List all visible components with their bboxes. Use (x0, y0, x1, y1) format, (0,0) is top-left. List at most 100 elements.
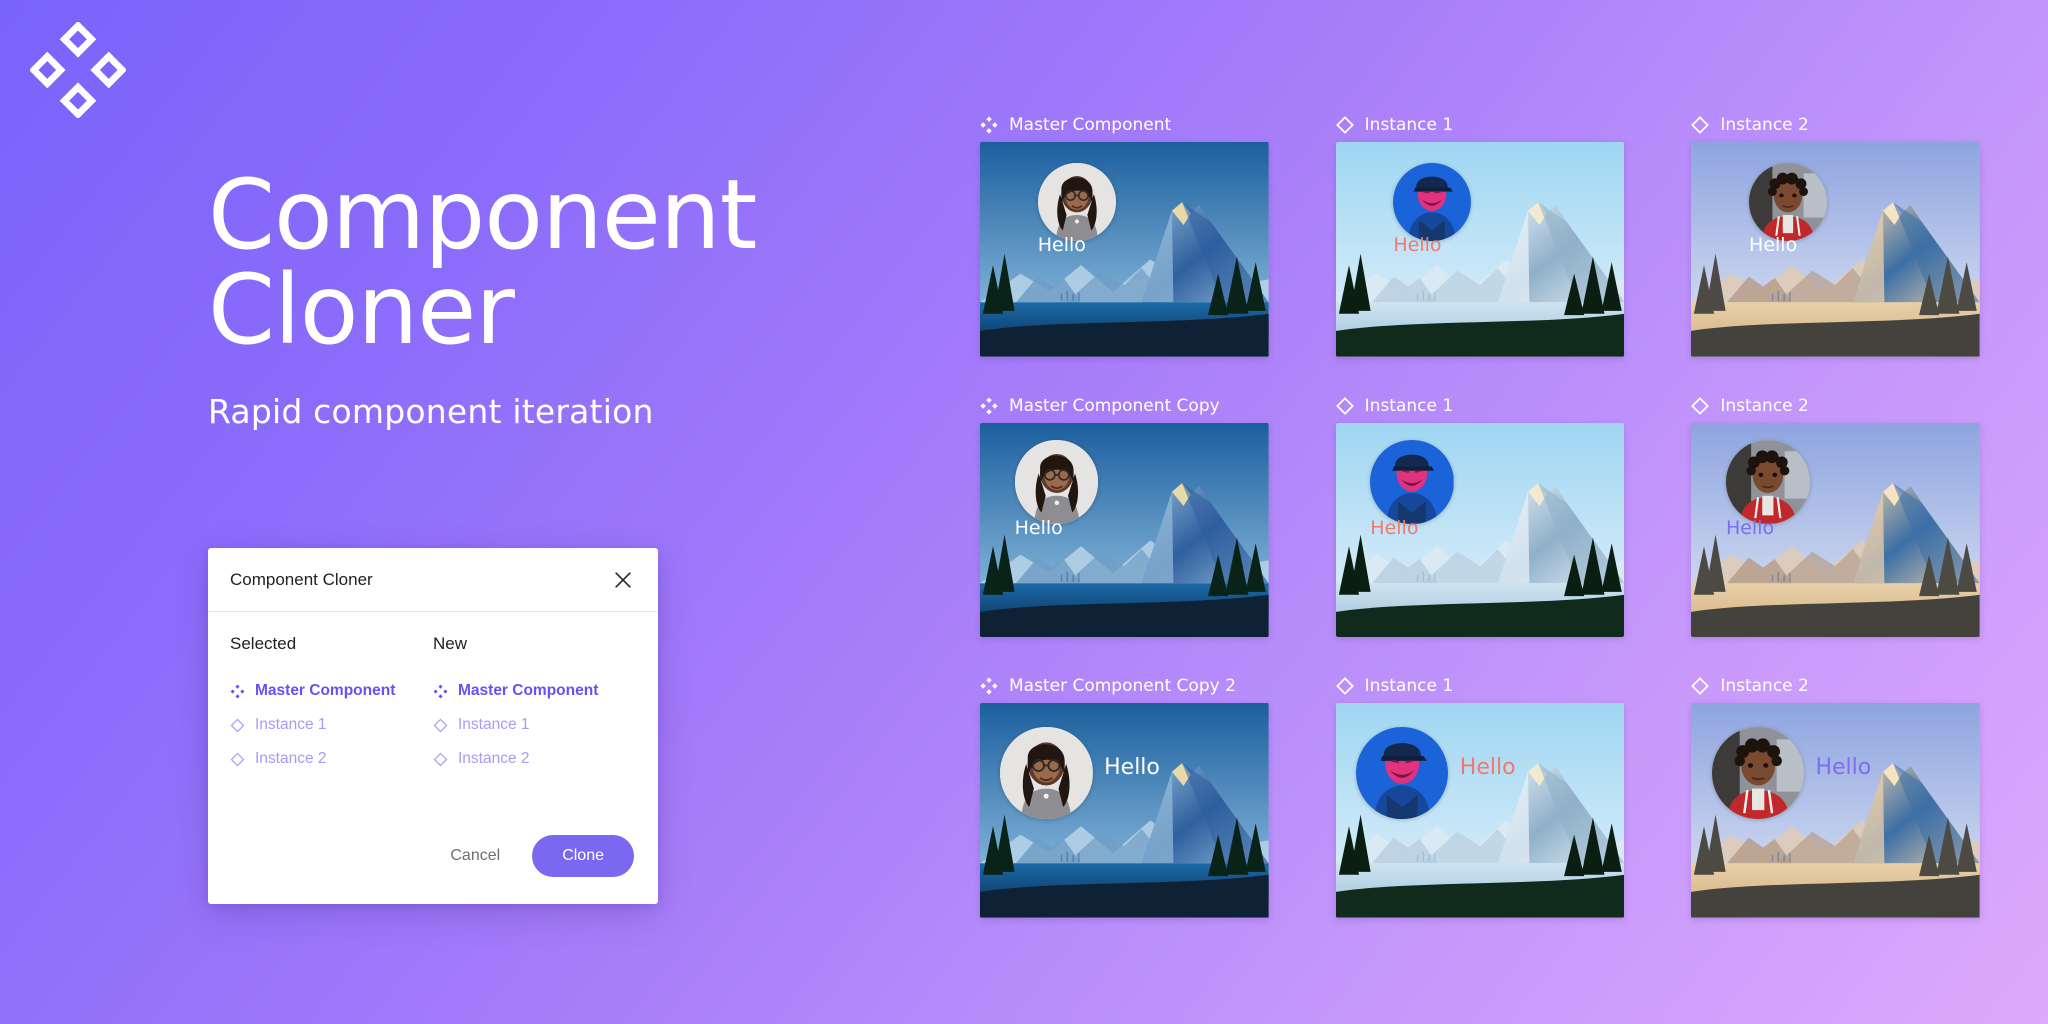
list-item-label: Instance 2 (458, 750, 530, 767)
avatar (1000, 726, 1093, 820)
card-thumbnail[interactable]: Hello (1691, 422, 1980, 638)
instance-diamond-icon (1335, 396, 1354, 415)
avatar-portrait (1037, 163, 1116, 242)
card-label: Instance 2 (1691, 669, 1980, 703)
list-item-selected-instance-1[interactable]: Instance 1 (230, 708, 433, 742)
card-label-text: Instance 1 (1364, 395, 1454, 416)
card-label: Instance 1 (1335, 108, 1625, 142)
instance-diamond-icon (1335, 677, 1354, 696)
greeting-text: Hello (1749, 234, 1798, 257)
greeting-text: Hello (1370, 517, 1419, 540)
card-thumbnail[interactable]: Hello (1335, 703, 1625, 918)
card-label-text: Instance 1 (1364, 115, 1454, 135)
greeting-text: Hello (1104, 754, 1160, 780)
instance-diamond-icon (1691, 396, 1710, 415)
instance-diamond-icon (433, 752, 448, 766)
component-card[interactable]: Master Component Hello (980, 108, 1269, 357)
list-item-label: Instance 1 (458, 716, 530, 733)
clone-button[interactable]: Clone (532, 835, 634, 877)
avatar (1711, 726, 1804, 820)
card-label: Master Component (980, 108, 1269, 142)
component-card[interactable]: Instance 2 Hello (1691, 389, 1980, 638)
master-component-icon (433, 684, 448, 698)
hero-section: Component Cloner Rapid component iterati… (208, 159, 928, 432)
greeting-text: Hello (1037, 234, 1086, 257)
component-card[interactable]: Instance 2 Hello (1691, 108, 1980, 357)
avatar (1355, 726, 1449, 820)
dialog-footer: Cancel Clone (208, 820, 658, 904)
column-heading-selected: Selected (230, 634, 297, 653)
component-card[interactable]: Instance 1 Hello (1335, 389, 1625, 638)
component-diamond-logo-icon (30, 22, 126, 118)
card-thumbnail[interactable]: Hello (1691, 142, 1980, 357)
card-overlay: Hello (1691, 703, 1980, 918)
card-overlay: Hello (980, 423, 1269, 638)
card-overlay: Hello (1691, 142, 1980, 357)
list-item-label: Instance 2 (255, 750, 327, 767)
avatar (1749, 163, 1827, 242)
selected-column: Selected Master Component Instance 1 Ins… (230, 634, 433, 820)
card-thumbnail[interactable]: Hello (1335, 142, 1625, 357)
list-item-label: Master Component (255, 682, 396, 699)
component-card[interactable]: Master Component Copy 2 Hello (980, 669, 1269, 918)
card-overlay: Hello (1691, 423, 1980, 638)
card-label: Instance 1 (1335, 669, 1625, 703)
card-label-text: Instance 2 (1720, 115, 1809, 135)
list-item-selected-instance-2[interactable]: Instance 2 (230, 742, 433, 776)
component-preview-grid: Master Component Hello Instance 1 Hello … (980, 108, 1980, 918)
card-label-text: Master Component Copy (1009, 395, 1220, 416)
instance-diamond-icon (1691, 677, 1710, 696)
card-label: Master Component Copy (980, 389, 1269, 423)
card-overlay: Hello (980, 142, 1269, 357)
card-label-text: Instance 2 (1720, 676, 1809, 697)
page-subtitle: Rapid component iteration (208, 392, 654, 432)
avatar-portrait (1749, 163, 1827, 242)
instance-diamond-icon (433, 718, 448, 732)
list-item-label: Instance 1 (255, 716, 327, 733)
close-icon (615, 571, 631, 588)
card-thumbnail[interactable]: Hello (980, 703, 1269, 918)
list-item-new-master[interactable]: Master Component (433, 674, 636, 708)
avatar-portrait (1711, 726, 1804, 820)
avatar-portrait (1000, 726, 1093, 820)
greeting-text: Hello (1815, 754, 1872, 780)
component-cloner-dialog: Component Cloner Selected Master Compone… (208, 548, 658, 904)
list-item-label: Master Component (458, 682, 599, 699)
greeting-text: Hello (1725, 517, 1775, 540)
instance-diamond-icon (1335, 116, 1354, 134)
card-overlay: Hello (1336, 703, 1625, 918)
component-card[interactable]: Instance 2 Hello (1691, 669, 1980, 918)
list-item-selected-master[interactable]: Master Component (230, 674, 433, 708)
component-card[interactable]: Instance 1 Hello (1335, 108, 1625, 357)
close-button[interactable] (610, 567, 636, 593)
card-thumbnail[interactable]: Hello (980, 142, 1269, 357)
avatar (1725, 439, 1810, 524)
component-card[interactable]: Master Component Copy Hello (980, 389, 1269, 638)
avatar-portrait (1014, 439, 1099, 524)
card-label-text: Master Component Copy 2 (1009, 676, 1236, 697)
card-thumbnail[interactable]: Hello (1335, 422, 1625, 638)
avatar-portrait (1725, 439, 1810, 524)
avatar (1370, 439, 1454, 524)
component-card[interactable]: Instance 1 Hello (1335, 669, 1625, 918)
card-label: Instance 1 (1335, 389, 1625, 423)
list-item-new-instance-1[interactable]: Instance 1 (433, 708, 636, 742)
card-label-text: Master Component (1009, 115, 1172, 135)
card-thumbnail[interactable]: Hello (1691, 703, 1980, 918)
card-thumbnail[interactable]: Hello (980, 422, 1269, 638)
new-column: New Master Component Instance 1 Instance… (433, 634, 636, 820)
cancel-button[interactable]: Cancel (436, 837, 514, 875)
master-component-icon (980, 397, 998, 415)
master-component-icon (230, 684, 245, 698)
avatar-portrait (1370, 439, 1454, 524)
avatar (1014, 439, 1099, 524)
dialog-body: Selected Master Component Instance 1 Ins… (208, 612, 658, 820)
page-title: Component Cloner (208, 159, 757, 367)
list-item-new-instance-2[interactable]: Instance 2 (433, 742, 636, 776)
card-overlay: Hello (980, 703, 1269, 918)
avatar (1037, 163, 1116, 242)
card-label-text: Instance 2 (1720, 395, 1809, 416)
instance-diamond-icon (1691, 116, 1710, 134)
card-overlay: Hello (1336, 142, 1625, 357)
master-component-icon (980, 116, 998, 134)
